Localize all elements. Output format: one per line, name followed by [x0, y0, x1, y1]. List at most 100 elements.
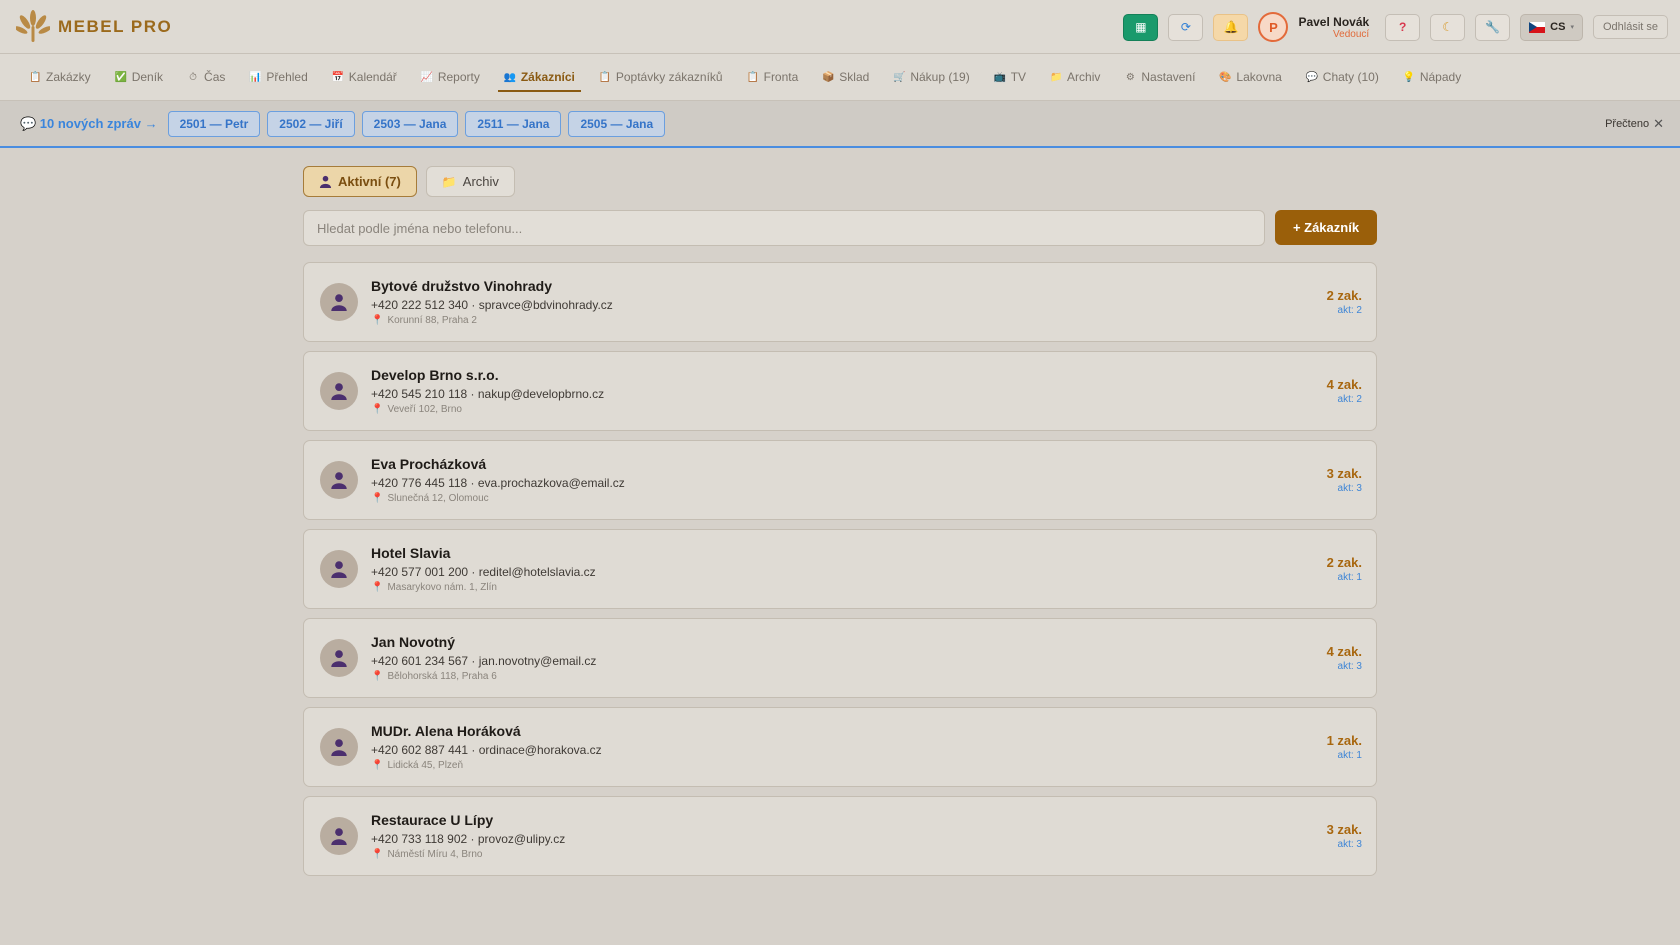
nav-item-archiv[interactable]: 📁 Archiv [1041, 54, 1109, 101]
pin-icon: 📍 [371, 582, 384, 593]
package-icon: 📦 [822, 71, 835, 83]
address-text: Veveří 102, Brno [387, 404, 462, 415]
customer-name: Hotel Slavia [371, 545, 451, 561]
checkbox-icon: ✅ [114, 71, 128, 83]
nav-item-fronta[interactable]: 📋 Fronta [738, 54, 808, 101]
customer-card[interactable]: Jan Novotný +420 601 234 567 · jan.novot… [303, 618, 1377, 698]
customer-card[interactable]: Restaurace U Lípy +420 733 118 902 · pro… [303, 796, 1377, 876]
nav-item-cas[interactable]: ⏱ Čas [178, 54, 234, 101]
add-customer-button[interactable]: + Zákazník [1275, 210, 1377, 245]
dashboard-button[interactable]: ▦ [1123, 13, 1159, 41]
tab-archive[interactable]: 📁 Archiv [425, 166, 515, 197]
customer-card[interactable]: Hotel Slavia +420 577 001 200 · reditel@… [303, 529, 1377, 609]
address-text: Lidická 45, Plzeň [387, 760, 464, 771]
user-icon [331, 828, 347, 845]
gear-icon: ⚙ [1125, 71, 1135, 83]
active-count: akt: 3 [1337, 661, 1362, 672]
tools-button[interactable]: 🔧 [1475, 13, 1511, 41]
language-code: CS [1550, 21, 1566, 33]
nav-label: Chaty (10) [1322, 70, 1379, 84]
new-messages-link[interactable]: 💬 10 nových zpráv → [20, 116, 158, 132]
active-count: akt: 1 [1337, 750, 1362, 761]
nav-item-zakazky[interactable]: 📋 Zakázky [20, 54, 100, 101]
customer-list: Bytové družstvo Vinohrady +420 222 512 3… [303, 262, 1377, 876]
refresh-button[interactable]: ⟳ [1168, 13, 1204, 41]
customer-address: 📍 Slunečná 12, Olomouc [371, 493, 625, 504]
mark-read-button[interactable]: Přečteno ✕ [1605, 116, 1664, 132]
customer-name: Bytové družstvo Vinohrady [371, 278, 553, 294]
customer-address: 📍 Bělohorská 118, Praha 6 [371, 671, 596, 682]
customer-contact: +420 776 445 118 · eva.prochazkova@email… [371, 476, 625, 490]
nav-item-chaty[interactable]: 💬 Chaty (10) [1297, 54, 1388, 101]
user-info: Pavel Novák Vedoucí [1298, 15, 1369, 40]
logout-button[interactable]: Odhlásit se [1592, 15, 1668, 39]
tv-icon: 📺 [993, 71, 1007, 83]
pin-icon: 📍 [371, 671, 384, 682]
message-chip[interactable]: 2503 — Jana [361, 110, 459, 137]
app-name: MEBEL PRO [58, 16, 173, 36]
nav-item-sklad[interactable]: 📦 Sklad [813, 54, 878, 101]
active-count: akt: 2 [1337, 394, 1362, 405]
language-select[interactable]: CS ▾ [1520, 13, 1583, 41]
moon-icon: ☾ [1442, 20, 1454, 34]
customer-address: 📍 Náměstí Míru 4, Brno [371, 849, 565, 860]
message-chip[interactable]: 2511 — Jana [465, 110, 562, 137]
customer-avatar [320, 639, 358, 677]
nav-item-nastaveni[interactable]: ⚙ Nastavení [1115, 54, 1204, 101]
tab-active-customers[interactable]: Aktivní (7) [303, 166, 417, 197]
message-chip[interactable]: 2505 — Jana [568, 110, 666, 137]
customer-address: 📍 Lidická 45, Plzeň [371, 760, 602, 771]
customer-address: 📍 Masarykovo nám. 1, Zlín [371, 582, 596, 593]
search-input[interactable] [303, 210, 1265, 246]
nav-item-nakup[interactable]: 🛒 Nákup (19) [884, 54, 978, 101]
address-text: Bělohorská 118, Praha 6 [387, 671, 497, 682]
customer-contact: +420 222 512 340 · spravce@bdvinohrady.c… [371, 298, 613, 312]
address-text: Korunní 88, Praha 2 [387, 315, 477, 326]
nav-item-denik[interactable]: ✅ Deník [106, 54, 172, 101]
nav-item-kalendar[interactable]: 📅 Kalendář [323, 54, 406, 101]
customer-avatar [320, 283, 358, 321]
stopwatch-icon: ⏱ [189, 71, 197, 83]
pin-icon: 📍 [371, 315, 384, 326]
customer-card[interactable]: Develop Brno s.r.o. +420 545 210 118 · n… [303, 351, 1377, 431]
user-icon [319, 175, 332, 188]
customer-card[interactable]: MUDr. Alena Horáková +420 602 887 441 · … [303, 707, 1377, 787]
chat-icon: 💬 [1305, 71, 1319, 83]
clipboard-icon: 📋 [746, 71, 760, 83]
customer-name: Develop Brno s.r.o. [371, 367, 499, 383]
theme-toggle-button[interactable]: ☾ [1430, 13, 1466, 41]
customer-name: Restaurace U Lípy [371, 812, 494, 828]
nav-item-reporty[interactable]: 📈 Reporty [412, 54, 489, 101]
lightbulb-icon: 💡 [1402, 71, 1416, 83]
nav-item-lakovna[interactable]: 🎨 Lakovna [1210, 54, 1290, 101]
order-count: 3 zak. [1326, 822, 1362, 837]
active-count: akt: 1 [1337, 572, 1362, 583]
nav-item-tv[interactable]: 📺 TV [985, 54, 1035, 101]
active-count: akt: 3 [1337, 839, 1362, 850]
customer-contact: +420 733 118 902 · provoz@ulipy.cz [371, 832, 566, 846]
nav-label: TV [1010, 70, 1027, 84]
notification-icon: 🔔 [1223, 20, 1239, 34]
czech-flag-icon [1529, 21, 1546, 33]
nav-item-poptavky[interactable]: 📋 Poptávky zákazníků [590, 54, 732, 101]
notification-button[interactable]: 🔔 [1213, 13, 1249, 41]
customer-card[interactable]: Eva Procházková +420 776 445 118 · eva.p… [303, 440, 1377, 520]
app-logo[interactable]: MEBEL PRO [16, 9, 173, 44]
nav-label: Přehled [266, 70, 308, 84]
nav-item-napady[interactable]: 💡 Nápady [1394, 54, 1470, 101]
nav-item-prehled[interactable]: 📊 Přehled [240, 54, 316, 101]
nav-label: Deník [131, 70, 164, 84]
leaf-logo-icon [16, 9, 50, 42]
customer-card[interactable]: Bytové družstvo Vinohrady +420 222 512 3… [303, 262, 1377, 342]
user-icon [331, 472, 347, 489]
user-avatar[interactable]: P [1258, 12, 1289, 42]
message-chip[interactable]: 2502 — Jiří [267, 110, 355, 137]
message-chip[interactable]: 2501 — Petr [167, 110, 261, 137]
customer-avatar [320, 817, 358, 855]
customer-avatar [320, 461, 358, 499]
wrench-icon: 🔧 [1485, 20, 1501, 34]
palette-icon: 🎨 [1219, 71, 1232, 83]
nav-item-zakaznici[interactable]: 👥 Zákazníci [495, 54, 584, 101]
address-text: Náměstí Míru 4, Brno [387, 849, 483, 860]
help-button[interactable]: ? [1385, 13, 1421, 41]
